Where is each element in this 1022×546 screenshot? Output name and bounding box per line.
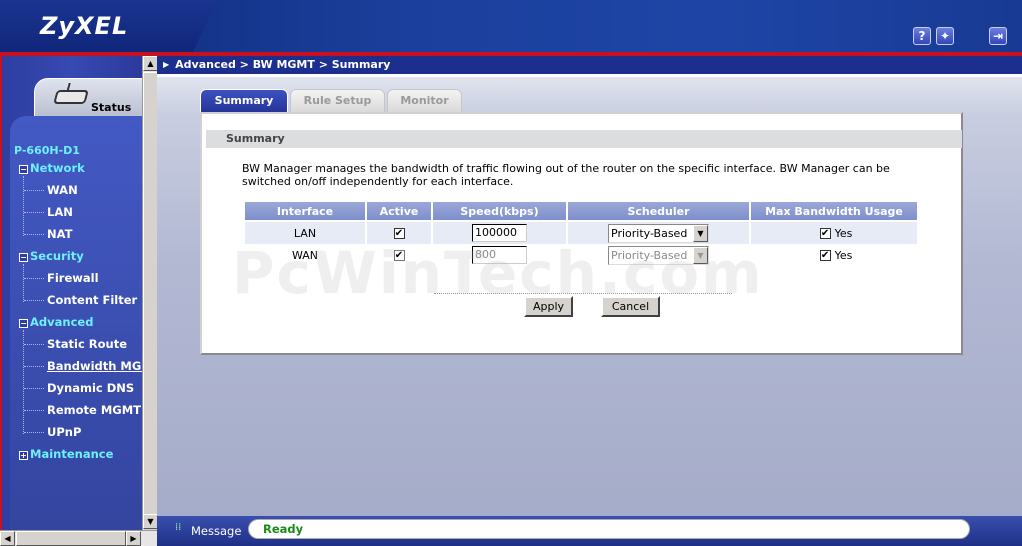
tree-line <box>23 176 24 236</box>
max-bw-checkbox[interactable]: ✔ <box>819 227 831 239</box>
sidebar-item-static-route[interactable]: Static Route <box>47 336 127 352</box>
active-cell: ✔ <box>367 244 431 266</box>
scheduler-select[interactable]: Priority-Based ▼ <box>608 223 709 243</box>
scroll-down-icon[interactable]: ▼ <box>143 514 158 529</box>
expand-icon[interactable]: + <box>19 451 28 460</box>
logout-icon[interactable]: ⇥ <box>989 27 1007 45</box>
section-title: Summary <box>206 130 962 148</box>
tree-line <box>24 366 44 367</box>
bandwidth-table: Interface Active Speed(kbps) Scheduler M… <box>243 202 919 266</box>
table-row: LAN ✔ 100000 Priority-Based ▼ ✔ Yes <box>245 222 917 244</box>
main-content: ▶ Advanced > BW MGMT > Summary Summary Ru… <box>157 56 1022 518</box>
sidebar-horizontal-scrollbar[interactable]: ◀ ▶ <box>0 530 157 546</box>
divider <box>434 293 732 294</box>
sidebar-item-upnp[interactable]: UPnP <box>47 424 81 440</box>
column-header-interface: Interface <box>245 202 365 222</box>
collapse-icon[interactable]: − <box>19 253 28 262</box>
max-bw-cell: ✔ Yes <box>751 244 917 266</box>
scheduler-cell: Priority-Based ▼ <box>568 244 749 266</box>
sidebar-item-firewall[interactable]: Firewall <box>47 270 99 286</box>
tree-line <box>24 212 44 213</box>
summary-panel: Summary BW Manager manages the bandwidth… <box>200 112 963 355</box>
scrollbar-thumb[interactable] <box>143 72 158 540</box>
table-header-row: Interface Active Speed(kbps) Scheduler M… <box>245 202 917 222</box>
scroll-left-icon[interactable]: ◀ <box>0 531 15 546</box>
sidebar-item-wan[interactable]: WAN <box>47 182 78 198</box>
tree-line <box>24 278 44 279</box>
sidebar-item-nat[interactable]: NAT <box>47 226 72 242</box>
sidebar-item-lan[interactable]: LAN <box>47 204 73 220</box>
speed-cell: 100000 <box>433 222 566 244</box>
tree-line <box>24 388 44 389</box>
column-header-active: Active <box>367 202 431 222</box>
interface-cell: LAN <box>245 222 365 244</box>
scheduler-select[interactable]: Priority-Based ▼ <box>608 245 709 265</box>
collapse-icon[interactable]: − <box>19 165 28 174</box>
wizard-icon[interactable]: ✦ <box>936 27 954 45</box>
max-bw-cell: ✔ Yes <box>751 222 917 244</box>
tree-line <box>24 410 44 411</box>
message-value: Ready <box>248 519 970 539</box>
description-text: BW Manager manages the bandwidth of traf… <box>242 162 890 188</box>
nav-group-network[interactable]: − Network <box>19 160 85 176</box>
sidebar-item-remote-mgmt[interactable]: Remote MGMT <box>47 402 141 418</box>
cancel-button[interactable]: Cancel <box>601 296 660 317</box>
router-icon <box>53 90 89 104</box>
sidebar-scrollbar[interactable]: ▲ ▼ <box>142 56 158 540</box>
column-header-speed: Speed(kbps) <box>433 202 566 222</box>
chevron-down-icon[interactable]: ▼ <box>693 246 708 264</box>
scrollbar-thumb[interactable] <box>16 531 126 546</box>
status-label: Status <box>91 101 132 114</box>
column-header-scheduler: Scheduler <box>568 202 749 222</box>
chevron-down-icon[interactable]: ▼ <box>693 224 708 242</box>
message-label: Message <box>191 524 242 538</box>
interface-cell: WAN <box>245 244 365 266</box>
breadcrumb: ▶ Advanced > BW MGMT > Summary <box>157 56 1022 74</box>
tree-line <box>23 264 24 302</box>
grip-icon: ⁞⁞ <box>175 522 182 533</box>
tab-rule-setup[interactable]: Rule Setup <box>290 89 385 112</box>
tab-summary[interactable]: Summary <box>200 89 288 112</box>
tree-line <box>23 330 24 434</box>
sidebar: Status P-660H-D1 − Network WAN LAN NAT − S… <box>0 56 142 530</box>
message-bar: ⁞⁞ Message Ready <box>157 516 1022 546</box>
tree-line <box>24 190 44 191</box>
nav-group-maintenance[interactable]: + Maintenance <box>19 446 113 462</box>
tree-line <box>24 432 44 433</box>
tree-line <box>24 300 44 301</box>
tree-line <box>24 234 44 235</box>
help-icon[interactable]: ? <box>913 27 931 45</box>
top-banner: ZyXEL ? ✦ ⇥ <box>0 0 1022 52</box>
apply-button[interactable]: Apply <box>524 296 573 317</box>
breadcrumb-arrow-icon: ▶ <box>163 60 170 69</box>
nav-group-advanced[interactable]: − Advanced <box>19 314 93 330</box>
speed-cell: 800 <box>433 244 566 266</box>
table-row: WAN ✔ 800 Priority-Based ▼ ✔ Yes <box>245 244 917 266</box>
scheduler-cell: Priority-Based ▼ <box>568 222 749 244</box>
column-header-max-bandwidth: Max Bandwidth Usage <box>751 202 917 222</box>
divider <box>157 74 1022 77</box>
collapse-icon[interactable]: − <box>19 319 28 328</box>
scroll-up-icon[interactable]: ▲ <box>143 56 158 71</box>
yes-label: Yes <box>834 248 853 262</box>
sidebar-item-bandwidth-mgmt[interactable]: Bandwidth MGMT <box>47 358 142 374</box>
active-checkbox[interactable]: ✔ <box>393 228 405 239</box>
active-cell: ✔ <box>367 222 431 244</box>
yes-label: Yes <box>834 226 853 240</box>
speed-input[interactable]: 100000 <box>472 224 527 242</box>
active-checkbox[interactable]: ✔ <box>393 250 405 261</box>
nav-group-security[interactable]: − Security <box>19 248 84 264</box>
tree-line <box>24 344 44 345</box>
device-name: P-660H-D1 <box>14 144 80 157</box>
sidebar-item-content-filter[interactable]: Content Filter <box>47 292 137 308</box>
scroll-right-icon[interactable]: ▶ <box>126 531 141 546</box>
speed-input[interactable]: 800 <box>472 246 527 264</box>
max-bw-checkbox[interactable]: ✔ <box>819 249 831 261</box>
tab-monitor[interactable]: Monitor <box>387 89 462 112</box>
zyxel-logo: ZyXEL <box>40 12 129 40</box>
sidebar-item-dynamic-dns[interactable]: Dynamic DNS <box>47 380 134 396</box>
